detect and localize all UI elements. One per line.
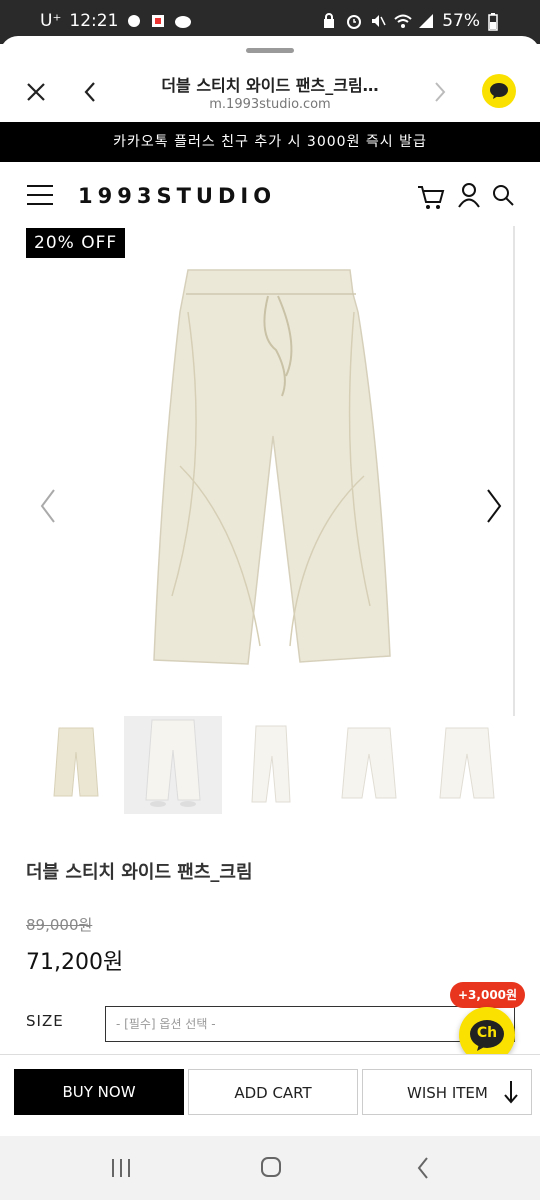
page-title: 더블 스티치 와이드 팬츠_크림… — [161, 76, 379, 95]
carrier-label: U⁺ — [40, 11, 62, 31]
signal-icon — [418, 13, 434, 29]
thumbnail-5[interactable] — [418, 716, 516, 814]
next-image-arrow-icon[interactable] — [484, 488, 504, 524]
thumbnail-1[interactable] — [26, 716, 124, 814]
recent-apps-icon[interactable] — [110, 1158, 132, 1178]
search-icon[interactable] — [492, 184, 516, 208]
site-logo[interactable]: 1993STUDIO — [78, 184, 276, 208]
thumbnail-4[interactable] — [320, 716, 418, 814]
site-header: 1993STUDIO — [0, 162, 540, 228]
user-icon[interactable] — [457, 182, 481, 208]
forward-arrow-icon[interactable] — [432, 80, 448, 104]
clock: 12:21 — [69, 11, 119, 31]
system-navigation-bar — [0, 1136, 540, 1200]
app-notification-icon — [150, 13, 166, 29]
close-icon[interactable] — [24, 80, 48, 104]
mute-icon — [370, 13, 386, 29]
bottom-action-bar: BUY NOW ADD CART WISH ITEM — [0, 1054, 540, 1136]
scroll-down-arrow-icon[interactable] — [502, 1079, 520, 1105]
battery-icon — [488, 13, 504, 31]
page-url: m.1993studio.com — [209, 97, 331, 112]
cart-icon[interactable] — [417, 184, 445, 210]
promo-banner[interactable]: 카카오톡 플러스 친구 추가 시 3000원 즉시 발급 — [0, 122, 540, 162]
alarm-icon — [346, 13, 362, 29]
battery-percent: 57% — [442, 11, 480, 31]
lock-icon — [322, 13, 338, 29]
home-icon[interactable] — [260, 1156, 282, 1178]
size-label: SIZE — [26, 1012, 64, 1030]
discount-badge: 20% OFF — [26, 228, 126, 258]
original-price: 89,000원 — [26, 916, 93, 934]
thumbnail-strip — [0, 712, 540, 814]
channel-label: Ch — [476, 1025, 498, 1041]
prev-image-arrow-icon[interactable] — [38, 488, 58, 524]
sale-price: 71,200원 — [26, 950, 124, 975]
browser-toolbar: 더블 스티치 와이드 팬츠_크림… m.1993studio.com — [0, 62, 540, 122]
product-main-image[interactable] — [150, 266, 395, 671]
wish-item-label: WISH ITEM — [407, 1084, 488, 1102]
wifi-icon — [394, 13, 412, 29]
gallery-scrollbar — [513, 226, 515, 716]
system-back-icon[interactable] — [416, 1156, 430, 1180]
buy-now-button[interactable]: BUY NOW — [14, 1069, 184, 1115]
size-select[interactable]: - [필수] 옵션 선택 - — [105, 1006, 515, 1042]
back-arrow-icon[interactable] — [82, 80, 98, 104]
points-badge[interactable]: +3,000원 — [450, 982, 526, 1008]
browser-sheet: 더블 스티치 와이드 팬츠_크림… m.1993studio.com 카카오톡 … — [0, 36, 540, 1136]
add-cart-button[interactable]: ADD CART — [188, 1069, 358, 1115]
notification-icon — [126, 13, 142, 29]
product-image-gallery[interactable]: 20% OFF — [0, 226, 540, 726]
thumbnail-3[interactable] — [222, 716, 320, 814]
kakaotalk-icon[interactable] — [482, 74, 516, 108]
sheet-drag-handle[interactable] — [246, 48, 294, 53]
cloud-icon — [174, 13, 192, 29]
hamburger-menu-icon[interactable] — [26, 184, 54, 206]
thumbnail-2[interactable] — [124, 716, 222, 814]
product-name: 더블 스티치 와이드 팬츠_크림 — [26, 862, 253, 883]
